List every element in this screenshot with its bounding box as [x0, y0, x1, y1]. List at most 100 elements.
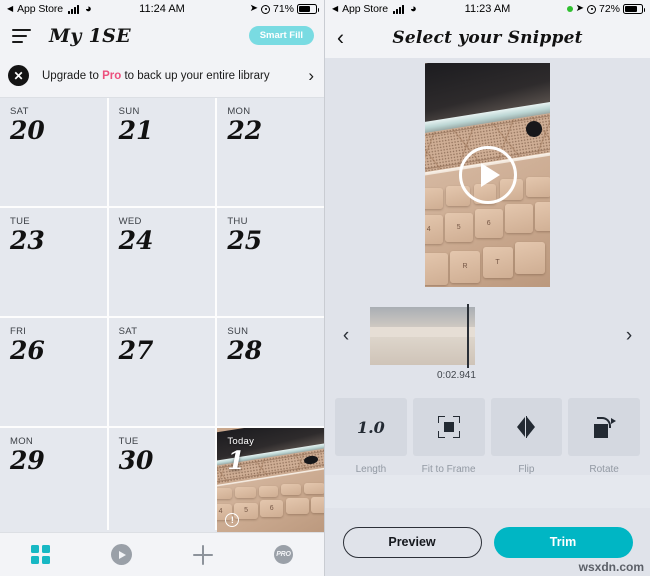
chevron-right-icon[interactable]: › [308, 67, 314, 84]
filmstrip[interactable] [370, 307, 475, 365]
calendar-cell-number: 27 [118, 336, 154, 365]
location-arrow-icon: ➤ [575, 3, 584, 14]
calendar-cell[interactable]: WED 24 [108, 208, 216, 316]
calendar-cell-number: 26 [10, 336, 45, 365]
calendar-cell[interactable]: MON 22 [217, 98, 324, 206]
recording-indicator-icon [566, 6, 573, 12]
rotate-tool[interactable]: Rotate [568, 398, 640, 475]
timeline-scrubber: ‹ 0:02.941 › [325, 298, 650, 398]
sidebar-item-pro[interactable]: PRO [243, 545, 324, 564]
status-bar-right-group-2: ➤ 72% [566, 3, 645, 15]
filmstrip-wrapper: 0:02.941 [367, 304, 608, 381]
watermark: wsxdn.com [578, 560, 644, 574]
play-button[interactable] [458, 146, 517, 204]
dual-screenshot-container: ◀ App Store ◕ 11:24 AM ➤ 71% My 1SE Smar… [0, 0, 650, 576]
fit-to-frame-tool[interactable]: Fit to Frame [412, 398, 485, 475]
left-phone-screen: ◀ App Store ◕ 11:24 AM ➤ 71% My 1SE Smar… [0, 0, 325, 576]
flip-tool-label: Flip [518, 464, 535, 475]
calendar-cell-number: 23 [10, 226, 45, 255]
bottom-tab-bar: PRO [0, 532, 324, 576]
page-title: My 1SE [49, 25, 131, 47]
hamburger-menu-icon[interactable] [12, 29, 31, 43]
scrub-next-button[interactable]: › [608, 304, 650, 368]
rotate-tool-label: Rotate [589, 464, 619, 475]
calendar-cell[interactable]: SAT 20 [0, 98, 107, 206]
video-preview-stage: 4 5 6 R T [325, 58, 650, 298]
fit-to-frame-tool-box[interactable] [412, 398, 485, 456]
sidebar-item-grid[interactable] [0, 545, 81, 564]
scrub-prev-button[interactable]: ‹ [325, 304, 367, 368]
rotate-icon [593, 416, 617, 438]
calendar-cell-number: 24 [118, 226, 154, 255]
today-label-group: Today 1 [227, 436, 254, 474]
filmstrip-frame[interactable] [448, 307, 475, 365]
left-nav-bar: My 1SE Smart Fill [0, 18, 324, 54]
calendar-cell-number: 22 [227, 116, 263, 145]
flip-icon [515, 416, 537, 438]
calendar-cell-number: 30 [118, 446, 154, 475]
status-bar-right: ◀ App Store ◕ 11:23 AM ➤ 72% [325, 0, 650, 18]
plus-icon [192, 544, 213, 565]
alarm-icon [260, 4, 270, 14]
right-phone-screen: ◀ App Store ◕ 11:23 AM ➤ 72% ‹ Select yo… [325, 0, 650, 576]
calendar-cell-number: 21 [118, 116, 154, 145]
upgrade-banner-text: Upgrade to Pro to back up your entire li… [42, 69, 270, 83]
smart-fill-button[interactable]: Smart Fill [248, 26, 314, 45]
upgrade-text-after: to back up your entire library [121, 69, 270, 82]
page-title: Select your Snippet [392, 28, 583, 48]
upgrade-banner[interactable]: ✕ Upgrade to Pro to back up your entire … [0, 54, 324, 98]
upgrade-text-before: Upgrade to [42, 69, 103, 82]
calendar-cell[interactable]: SUN 28 [217, 318, 324, 426]
location-arrow-icon: ➤ [249, 3, 258, 14]
calendar-cell[interactable]: TUE 23 [0, 208, 107, 316]
calendar-cell-number: 28 [227, 336, 263, 365]
length-tool-label: Length [355, 464, 387, 475]
calendar-cell[interactable]: TUE 30 [108, 428, 216, 536]
flip-tool[interactable]: Flip [490, 398, 563, 475]
battery-percent: 72% [598, 3, 620, 15]
calendar-cell[interactable]: THU 25 [217, 208, 324, 316]
filmstrip-frame[interactable] [422, 307, 449, 365]
flip-tool-box[interactable] [490, 398, 563, 456]
fit-to-frame-tool-label: Fit to Frame [421, 464, 476, 475]
fit-to-frame-icon [437, 416, 460, 438]
status-bar-right-group: ➤ 71% [249, 3, 319, 15]
preview-button[interactable]: Preview [342, 526, 482, 558]
playhead-handle[interactable] [467, 304, 469, 368]
battery-icon [297, 4, 319, 14]
length-tool[interactable]: 1.0 Length [335, 398, 407, 475]
filmstrip-frame[interactable] [396, 307, 423, 365]
right-nav-bar: ‹ Select your Snippet [325, 18, 650, 58]
alarm-icon [586, 4, 596, 14]
calendar-cell[interactable]: SUN 21 [108, 98, 216, 206]
sidebar-item-add[interactable] [162, 544, 243, 565]
action-bar: Preview Trim wsxdn.com [325, 508, 650, 576]
calendar-cell-number: 20 [10, 116, 45, 145]
video-preview[interactable]: 4 5 6 R T [425, 63, 550, 287]
status-bar-left: ◀ App Store ◕ 11:24 AM ➤ 71% [0, 0, 324, 18]
calendar-cell-today[interactable]: 4 5 6 Today 1! [217, 428, 324, 536]
grid-icon [31, 545, 50, 564]
back-button[interactable]: ‹ [337, 28, 344, 49]
calendar-cell-number: 29 [10, 446, 45, 475]
play-icon [111, 544, 132, 565]
battery-icon [623, 4, 645, 14]
battery-percent: 71% [272, 3, 294, 15]
trim-button[interactable]: Trim [493, 526, 633, 558]
length-value: 1.0 [356, 417, 385, 437]
pro-icon: PRO [274, 545, 293, 564]
calendar-grid: SAT 20 SUN 21 MON 22 TUE 23 WED 24 THU 25 FRI 26 SAT 27… [0, 98, 324, 536]
calendar-cell-number: 25 [227, 226, 263, 255]
close-icon[interactable]: ✕ [8, 65, 29, 86]
pro-highlight: Pro [102, 69, 122, 82]
timestamp-label: 0:02.941 [437, 370, 476, 381]
calendar-cell[interactable]: FRI 26 [0, 318, 107, 426]
filmstrip-frame[interactable] [370, 307, 397, 365]
length-tool-box[interactable]: 1.0 [335, 398, 407, 456]
calendar-cell[interactable]: SAT 27 [108, 318, 216, 426]
calendar-cell[interactable]: MON 29 [0, 428, 107, 536]
rotate-tool-box[interactable] [568, 398, 640, 456]
calendar-cell-number: 1 [227, 446, 245, 475]
tool-row: 1.0 Length Fit to Frame Flip Rotate [325, 398, 650, 475]
sidebar-item-play[interactable] [81, 544, 162, 565]
